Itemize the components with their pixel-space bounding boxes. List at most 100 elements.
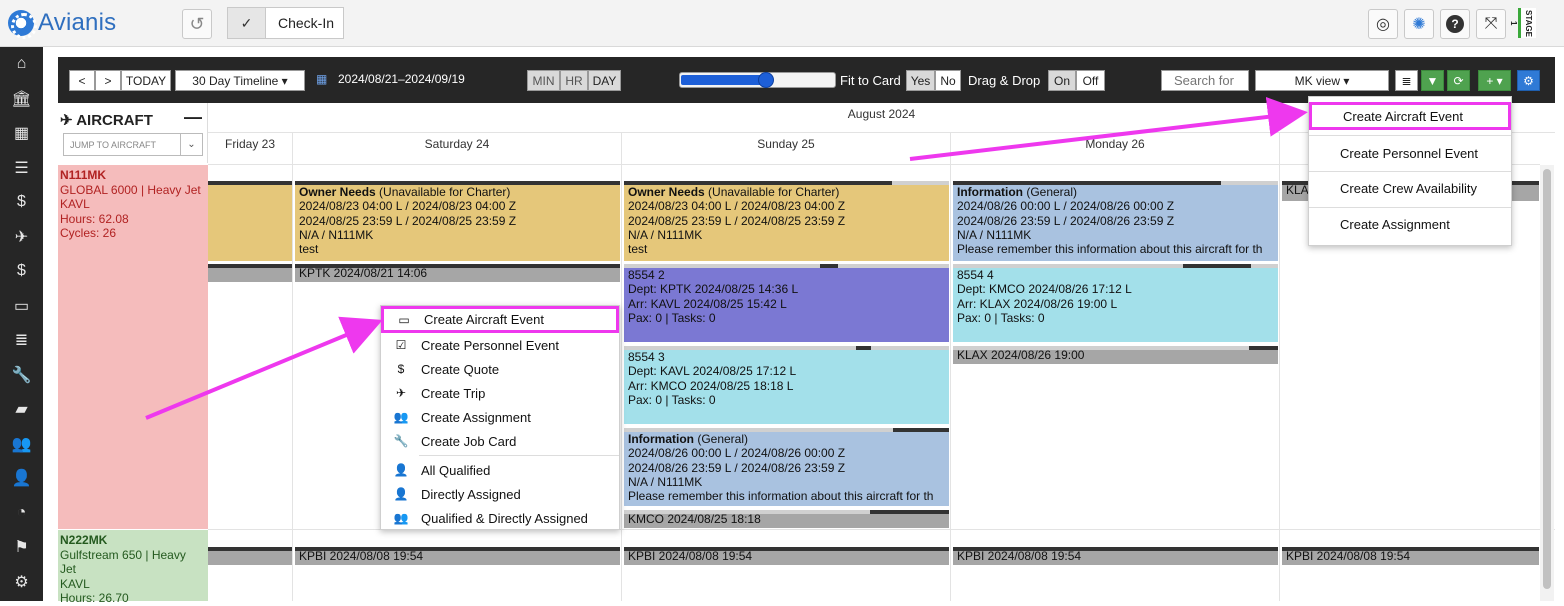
nav-bank[interactable]: 🏛 <box>0 82 43 117</box>
nav-servers[interactable]: ☰ <box>0 151 43 186</box>
nav-quotes[interactable]: $ <box>0 185 43 220</box>
fullscreen-button[interactable]: ⤧ <box>1476 9 1506 39</box>
event-owner-needs[interactable]: Owner Needs (Unavailable for Charter) 20… <box>295 181 620 261</box>
ctx-all-qualified[interactable]: 👤 All Qualified <box>381 458 619 482</box>
list-view-button[interactable]: ≣ <box>1395 70 1418 91</box>
tail-number: N222MK <box>60 533 108 547</box>
nav-bookmarks[interactable]: ⚑ <box>0 530 43 565</box>
day-header: Monday 26 <box>951 133 1280 165</box>
zoom-slider[interactable] <box>679 72 836 88</box>
event-positioning[interactable]: KPTK 2024/08/21 14:06 <box>295 264 620 282</box>
drag-off-button[interactable]: Off <box>1076 70 1105 91</box>
add-create-personnel-event[interactable]: Create Personnel Event <box>1309 137 1511 170</box>
ctx-create-personnel-event[interactable]: ☑ Create Personnel Event <box>381 333 619 357</box>
aircraft-row-n111mk[interactable]: N111MK GLOBAL 6000 | Heavy Jet KAVL Hour… <box>58 165 208 529</box>
fit-no-button[interactable]: No <box>935 70 961 91</box>
event-line: Please remember this information about t… <box>628 489 934 504</box>
search-input[interactable] <box>1161 70 1249 91</box>
view-select[interactable]: MK view ▾ <box>1255 70 1389 91</box>
ctx-directly-assigned[interactable]: 👤 Directly Assigned <box>381 482 619 506</box>
history-button[interactable]: ↺ <box>182 9 212 39</box>
today-button[interactable]: TODAY <box>121 70 171 91</box>
wrench-icon: 🔧 <box>11 366 32 384</box>
ctx-create-quote[interactable]: $ Create Quote <box>381 357 619 381</box>
collapse-button[interactable]: — <box>184 107 202 128</box>
event-information[interactable]: Information (General) 2024/08/26 00:00 L… <box>624 428 949 506</box>
compass-button[interactable]: ◎ <box>1368 9 1398 39</box>
help-button[interactable]: ? <box>1440 9 1470 39</box>
nav-dashboard[interactable]: ◔ <box>0 496 43 531</box>
dollar-icon: $ <box>17 262 26 280</box>
ctx-qualified-directly-assigned[interactable]: 👥 Qualified & Directly Assigned <box>381 506 619 530</box>
event-positioning[interactable]: KPBI 2024/08/08 19:54 <box>953 547 1278 565</box>
event-positioning[interactable]: KPBI 2024/08/08 19:54 <box>624 547 949 565</box>
gears-icon: ⚙ <box>14 573 29 591</box>
nav-home[interactable]: ⌂ <box>0 47 43 82</box>
nav-contacts[interactable]: 👤 <box>0 461 43 496</box>
next-button[interactable]: > <box>95 70 121 91</box>
event-positioning[interactable] <box>208 547 292 565</box>
calendar-icon[interactable]: ▦ <box>316 72 327 86</box>
event-owner-needs[interactable]: Owner Needs (Unavailable for Charter) 20… <box>624 181 949 261</box>
jump-to-aircraft-select[interactable]: JUMP TO AIRCRAFT ⌄ <box>63 133 203 156</box>
wrench-icon: 🔧 <box>393 434 409 448</box>
nav-trips[interactable]: ✈ <box>0 220 43 255</box>
event-trip-8554-3[interactable]: 8554 3 Dept: KAVL 2024/08/25 17:12 L Arr… <box>624 346 949 424</box>
vertical-scrollbar[interactable] <box>1540 165 1554 601</box>
ctx-create-job-card[interactable]: 🔧 Create Job Card <box>381 429 619 453</box>
zoom-day-button[interactable]: DAY <box>588 70 621 91</box>
event-subtitle: (Unavailable for Charter) <box>704 185 840 199</box>
event-positioning[interactable]: KLAX 2024/08/26 19:00 <box>953 346 1278 364</box>
event-positioning[interactable] <box>1512 181 1539 201</box>
add-create-assignment[interactable]: Create Assignment <box>1309 208 1511 241</box>
nav-documents[interactable]: ▰ <box>0 392 43 427</box>
filter-button[interactable]: ▼ <box>1421 70 1444 91</box>
event-owner-needs[interactable] <box>208 181 292 261</box>
aircraft-hours: Hours: 26.70 <box>60 591 129 605</box>
event-positioning[interactable]: KPBI 2024/08/08 19:54 <box>295 547 620 565</box>
ctx-create-assignment[interactable]: 👥 Create Assignment <box>381 405 619 429</box>
app-logo[interactable]: Avianis <box>8 9 116 39</box>
check-in-button[interactable]: ✓ Check-In <box>227 7 344 39</box>
timeline-select[interactable]: 30 Day Timeline ▾ <box>175 70 305 91</box>
event-line: Dept: KMCO 2024/08/26 17:12 L <box>957 282 1132 297</box>
event-line: KLA <box>1286 183 1309 197</box>
ctx-create-trip[interactable]: ✈ Create Trip <box>381 381 619 405</box>
event-positioning[interactable] <box>208 264 292 282</box>
ctx-create-aircraft-event[interactable]: ▭ Create Aircraft Event <box>381 306 619 333</box>
event-line: 2024/08/25 23:59 L / 2024/08/25 23:59 Z <box>299 213 517 228</box>
avianis-menu-button[interactable]: ✺ <box>1404 9 1434 39</box>
event-positioning[interactable]: KLA <box>1282 181 1310 201</box>
event-subtitle: (General) <box>694 432 749 446</box>
event-line: Dept: KPTK 2024/08/25 14:36 L <box>628 282 799 297</box>
add-menu-button[interactable]: + ▾ <box>1478 70 1511 91</box>
event-line: KPBI 2024/08/08 19:54 <box>299 549 424 563</box>
zoom-min-button[interactable]: MIN <box>527 70 560 91</box>
drag-on-button[interactable]: On <box>1048 70 1076 91</box>
scrollbar-thumb[interactable] <box>1543 169 1551 589</box>
menu-divider <box>1309 135 1511 136</box>
event-trip-8554-2[interactable]: 8554 2 Dept: KPTK 2024/08/25 14:36 L Arr… <box>624 264 949 342</box>
add-create-crew-availability[interactable]: Create Crew Availability <box>1309 172 1511 205</box>
event-information[interactable]: Information (General) 2024/08/26 00:00 L… <box>953 181 1278 261</box>
event-positioning[interactable]: KMCO 2024/08/25 18:18 <box>624 510 949 528</box>
settings-button[interactable]: ⚙ <box>1517 70 1540 91</box>
event-trip-8554-4[interactable]: 8554 4 Dept: KMCO 2024/08/26 17:12 L Arr… <box>953 264 1278 342</box>
nav-calendar[interactable]: ▦ <box>0 116 43 151</box>
event-line: Arr: KLAX 2024/08/26 19:00 L <box>957 296 1118 311</box>
zoom-slider-handle[interactable] <box>757 72 774 88</box>
nav-crew[interactable]: 👥 <box>0 427 43 462</box>
nav-payments[interactable]: ▭ <box>0 289 43 324</box>
nav-lists[interactable]: ≣ <box>0 323 43 358</box>
nav-settings[interactable]: ⚙ <box>0 565 43 600</box>
add-create-aircraft-event[interactable]: Create Aircraft Event <box>1309 102 1511 130</box>
event-positioning[interactable]: KPBI 2024/08/08 19:54 <box>1282 547 1539 565</box>
zoom-hr-button[interactable]: HR <box>560 70 588 91</box>
nav-billing[interactable]: $ <box>0 254 43 289</box>
prev-button[interactable]: < <box>69 70 95 91</box>
refresh-button[interactable]: ⟳ <box>1447 70 1470 91</box>
fit-yes-button[interactable]: Yes <box>906 70 935 91</box>
aircraft-row-n222mk[interactable]: N222MK Gulfstream 650 | Heavy Jet KAVL H… <box>58 530 208 605</box>
nav-maintenance[interactable]: 🔧 <box>0 358 43 393</box>
event-line: 8554 2 <box>628 268 665 282</box>
